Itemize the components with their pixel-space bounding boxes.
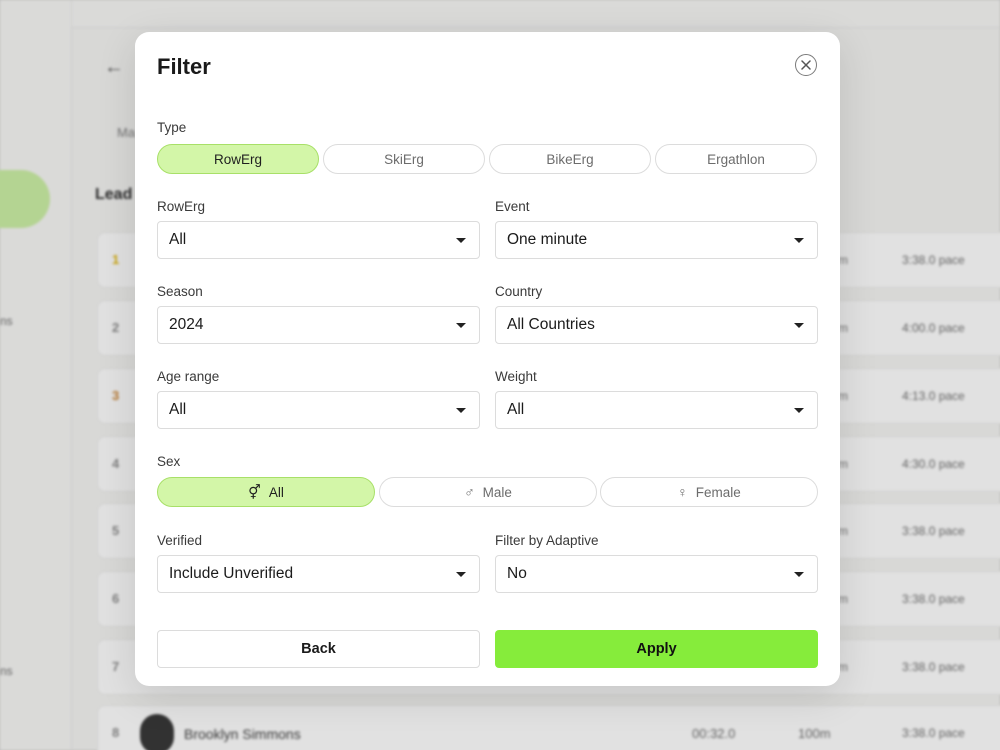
sex-option-male[interactable]: ♂ Male [379,477,597,507]
verified-select[interactable]: Include Unverified [157,555,480,593]
apply-button[interactable]: Apply [495,630,818,668]
close-icon [801,60,811,70]
sex-label: Sex [157,454,181,469]
weight-select[interactable]: All [495,391,818,429]
country-value: All Countries [507,316,595,333]
caret-down-icon [456,572,466,577]
verified-label: Verified [157,533,203,548]
caret-down-icon [794,408,804,413]
caret-down-icon [456,323,466,328]
type-option-bikeerg[interactable]: BikeErg [489,144,651,174]
adaptive-select[interactable]: No [495,555,818,593]
age-range-select[interactable]: All [157,391,480,429]
female-icon: ♀ [677,484,688,500]
filter-modal: Filter Type RowErg SkiErg BikeErg Ergath… [135,32,840,686]
caret-down-icon [794,572,804,577]
country-select[interactable]: All Countries [495,306,818,344]
event-label: Event [495,199,530,214]
season-value: 2024 [169,316,204,333]
country-label: Country [495,284,543,299]
weight-value: All [507,401,525,418]
season-label: Season [157,284,203,299]
sex-option-female[interactable]: ♀ Female [600,477,818,507]
event-select[interactable]: One minute [495,221,818,259]
age-range-value: All [169,401,187,418]
adaptive-value: No [507,565,527,582]
event-value: One minute [507,231,588,248]
gender-all-icon: ⚥ [248,483,261,500]
sex-option-label: All [268,484,284,500]
rowerg-select[interactable]: All [157,221,480,259]
season-select[interactable]: 2024 [157,306,480,344]
caret-down-icon [456,408,466,413]
back-button[interactable]: Back [157,630,480,668]
caret-down-icon [456,238,466,243]
adaptive-label: Filter by Adaptive [495,533,599,548]
type-option-rowerg[interactable]: RowErg [157,144,319,174]
rowerg-value: All [169,231,187,248]
caret-down-icon [794,323,804,328]
sex-option-label: Male [482,484,512,500]
rowerg-label: RowErg [157,199,206,214]
type-option-skierg[interactable]: SkiErg [323,144,485,174]
verified-value: Include Unverified [169,565,294,582]
modal-title: Filter [157,54,211,79]
type-option-ergathlon[interactable]: Ergathlon [655,144,817,174]
close-button[interactable] [795,54,817,76]
type-label: Type [157,120,187,135]
sex-option-label: Female [695,484,741,500]
age-range-label: Age range [157,369,220,384]
sex-option-all[interactable]: ⚥ All [157,477,375,507]
caret-down-icon [794,238,804,243]
male-icon: ♂ [464,484,475,500]
weight-label: Weight [495,369,537,384]
